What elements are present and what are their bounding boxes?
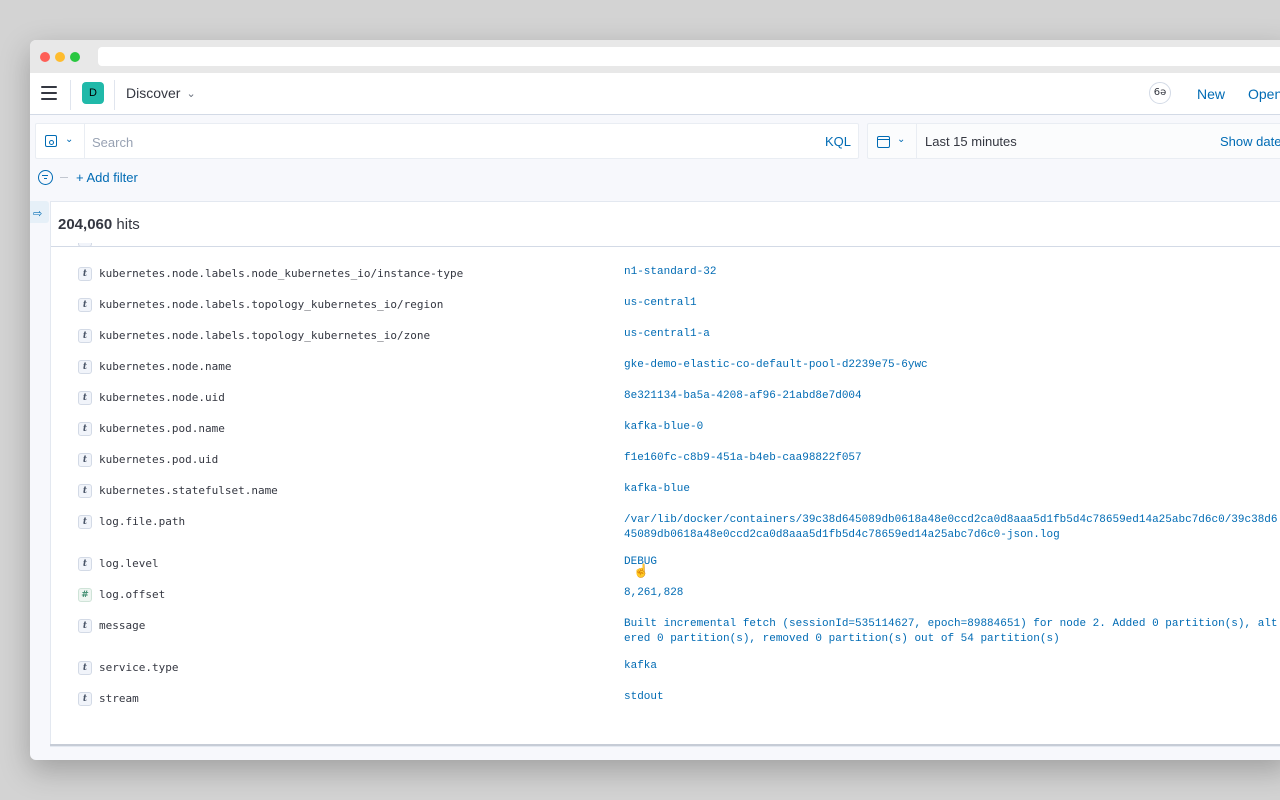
address-bar[interactable] (98, 47, 1280, 66)
field-value[interactable]: stdout (624, 690, 1280, 705)
field-type-badge (78, 243, 92, 247)
field-name[interactable]: kubernetes.node.uid (99, 391, 225, 404)
calendar-icon (877, 136, 890, 148)
field-value[interactable]: 8,261,828 (624, 586, 1280, 601)
string-field-type-icon: t (78, 267, 92, 281)
app-title-dropdown[interactable]: Discover ⌄ (126, 85, 196, 101)
app-title: Discover (126, 85, 181, 101)
browser-titlebar (30, 40, 1280, 73)
field-value[interactable]: us-central1-a (624, 327, 1280, 342)
saved-query-menu-button[interactable]: ⌄ (36, 124, 85, 158)
help-glasses-icon[interactable]: 6ә (1149, 82, 1171, 104)
string-field-type-icon: t (78, 661, 92, 675)
field-name[interactable]: stream (99, 692, 139, 705)
string-field-type-icon: t (78, 619, 92, 633)
field-name[interactable]: service.type (99, 661, 178, 674)
string-field-type-icon: t (78, 298, 92, 312)
field-value[interactable]: n1-standard-32 (624, 265, 1280, 280)
open-button[interactable]: Open (1248, 86, 1280, 102)
field-name[interactable]: kubernetes.node.labels.topology_kubernet… (99, 298, 443, 311)
hand-pointer-cursor-icon: ☝ (633, 563, 650, 578)
panel-bottom-border (50, 744, 1280, 747)
close-window-button[interactable] (40, 52, 50, 62)
add-filter-button[interactable]: + Add filter (76, 170, 138, 185)
field-value[interactable]: f1e160fc-c8b9-451a-b4eb-caa98822f057 (624, 451, 1280, 466)
toggle-sidebar-button[interactable]: ⇨ (30, 201, 49, 223)
maximize-window-button[interactable] (70, 52, 80, 62)
string-field-type-icon: t (78, 692, 92, 706)
document-panel: 204,060 hits t kubernetes.node.labels.nod… (50, 201, 1280, 746)
browser-window: D Discover ⌄ 6ә New Open ⌄ KQL ⌄ Last 15 … (30, 40, 1280, 760)
field-value[interactable]: DEBUG (624, 555, 1280, 570)
field-value[interactable]: /var/lib/docker/containers/39c38d645089d… (624, 513, 1280, 543)
save-icon (45, 135, 57, 147)
string-field-type-icon: t (78, 422, 92, 436)
header-divider (70, 80, 71, 110)
filter-options-icon[interactable] (38, 170, 53, 185)
field-name[interactable]: kubernetes.pod.name (99, 422, 225, 435)
field-name[interactable]: kubernetes.pod.uid (99, 453, 218, 466)
hits-label: hits (116, 216, 140, 233)
field-value[interactable]: us-central1 (624, 296, 1280, 311)
string-field-type-icon: t (78, 557, 92, 571)
date-picker: ⌄ Last 15 minutes Show dates (867, 123, 1280, 159)
string-field-type-icon: t (78, 453, 92, 467)
search-input[interactable] (92, 132, 792, 152)
field-value[interactable]: kafka-blue-0 (624, 420, 1280, 435)
header-divider (114, 80, 115, 110)
app-header: D Discover ⌄ 6ә New Open (30, 73, 1280, 115)
show-dates-button[interactable]: Show dates (1220, 134, 1280, 149)
quick-date-menu-button[interactable]: ⌄ (868, 124, 917, 158)
hamburger-menu-icon[interactable] (41, 86, 57, 100)
minimize-window-button[interactable] (55, 52, 65, 62)
chevron-down-icon: ⌄ (897, 134, 906, 145)
number-field-type-icon: # (78, 588, 92, 602)
string-field-type-icon: t (78, 391, 92, 405)
string-field-type-icon: t (78, 360, 92, 374)
query-bar: ⌄ KQL (35, 123, 859, 159)
string-field-type-icon: t (78, 484, 92, 498)
hits-count: 204,060 hits (51, 202, 1280, 247)
field-value[interactable]: kafka (624, 659, 1280, 674)
filter-divider (60, 177, 68, 178)
chevron-down-icon: ⌄ (65, 134, 74, 145)
field-value[interactable]: gke-demo-elastic-co-default-pool-d2239e7… (624, 358, 1280, 373)
chevron-down-icon: ⌄ (186, 88, 196, 100)
field-name[interactable]: kubernetes.statefulset.name (99, 484, 278, 497)
space-avatar[interactable]: D (82, 82, 104, 104)
field-name[interactable]: log.level (99, 557, 159, 570)
field-name[interactable]: log.offset (99, 588, 165, 601)
hits-number: 204,060 (58, 216, 113, 233)
field-name[interactable]: kubernetes.node.labels.node_kubernetes_i… (99, 267, 463, 280)
field-value[interactable]: Built incremental fetch (sessionId=53511… (624, 617, 1280, 647)
field-value[interactable]: kafka-blue (624, 482, 1280, 497)
field-name[interactable]: log.file.path (99, 515, 185, 528)
new-button[interactable]: New (1197, 86, 1225, 102)
field-name[interactable]: kubernetes.node.name (99, 360, 231, 373)
field-name[interactable]: kubernetes.node.labels.topology_kubernet… (99, 329, 430, 342)
query-language-button[interactable]: KQL (825, 134, 851, 149)
string-field-type-icon: t (78, 329, 92, 343)
time-range-display[interactable]: Last 15 minutes (925, 134, 1017, 149)
field-value[interactable]: 8e321134-ba5a-4208-af96-21abd8e7d004 (624, 389, 1280, 404)
string-field-type-icon: t (78, 515, 92, 529)
field-name[interactable]: message (99, 619, 145, 632)
collapse-arrow-icon: ⇨ (33, 207, 43, 220)
